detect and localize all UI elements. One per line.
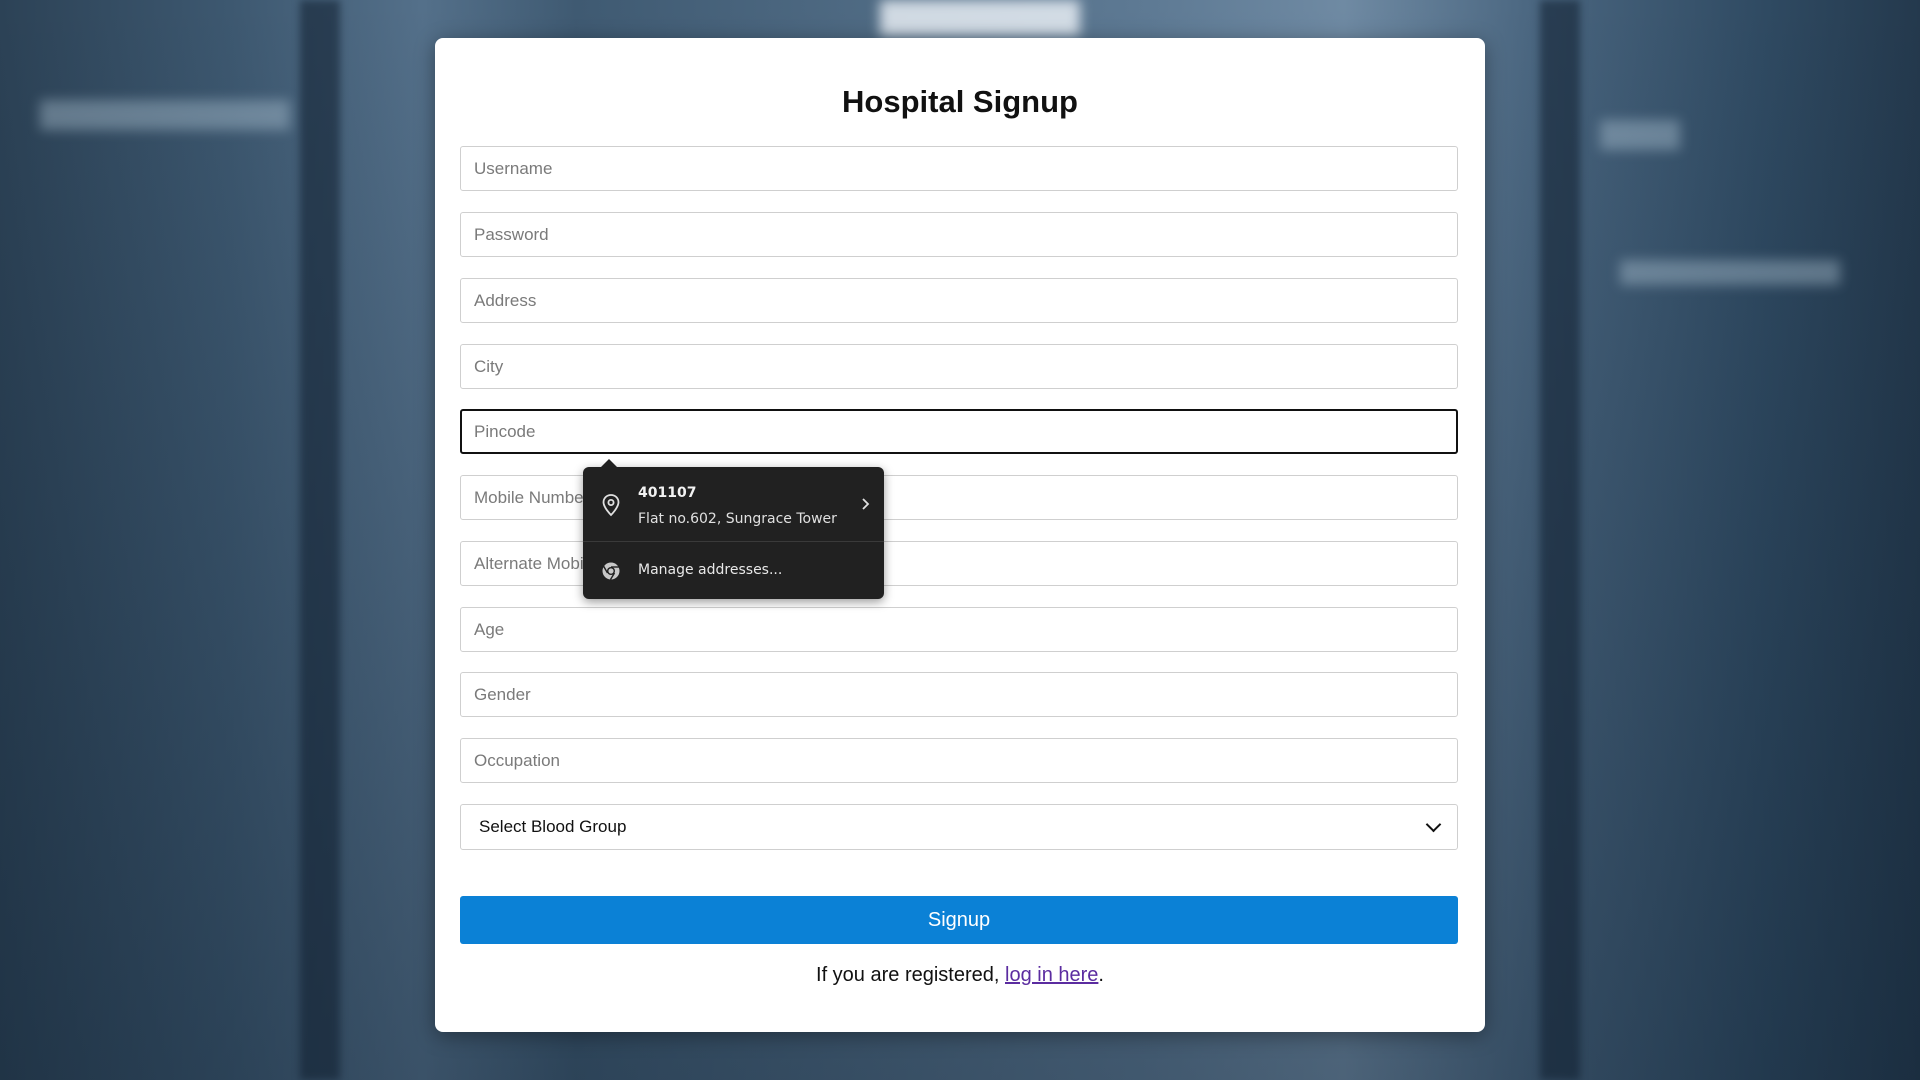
autofill-suggestion[interactable]: 401107 Flat no.602, Sungrace Tower	[583, 467, 884, 541]
gender-input[interactable]	[460, 672, 1458, 717]
manage-addresses-item[interactable]: Manage addresses...	[583, 542, 884, 599]
login-prompt-period: .	[1098, 964, 1104, 986]
address-autofill-popup: 401107 Flat no.602, Sungrace Tower Manag…	[583, 459, 884, 599]
background-ceiling-light	[880, 0, 1080, 36]
location-pin-icon	[602, 494, 620, 517]
background-pillar	[300, 0, 340, 1080]
page-title: Hospital Signup	[842, 84, 1078, 119]
age-input[interactable]	[460, 607, 1458, 652]
background-pillar	[1540, 0, 1580, 1080]
blood-group-selected: Select Blood Group	[479, 817, 627, 836]
login-prompt-text: If you are registered,	[816, 964, 1005, 986]
manage-addresses-label: Manage addresses...	[638, 562, 783, 578]
signup-button[interactable]: Signup	[460, 896, 1458, 944]
suggestion-address: Flat no.602, Sungrace Tower	[638, 511, 837, 527]
chrome-icon	[602, 562, 620, 580]
pincode-input[interactable]	[460, 409, 1458, 454]
chevron-right-icon[interactable]	[860, 497, 870, 511]
city-input[interactable]	[460, 344, 1458, 389]
username-input[interactable]	[460, 146, 1458, 191]
password-input[interactable]	[460, 212, 1458, 257]
login-prompt: If you are registered, log in here.	[435, 964, 1485, 987]
background-light	[1620, 260, 1840, 285]
occupation-input[interactable]	[460, 738, 1458, 783]
chevron-down-icon	[1425, 816, 1442, 833]
background-light	[40, 100, 290, 130]
suggestion-pincode: 401107	[638, 485, 697, 501]
blood-group-select[interactable]: Select Blood Group	[460, 804, 1458, 850]
address-input[interactable]	[460, 278, 1458, 323]
login-link[interactable]: log in here	[1005, 964, 1098, 986]
background-light	[1600, 120, 1680, 150]
